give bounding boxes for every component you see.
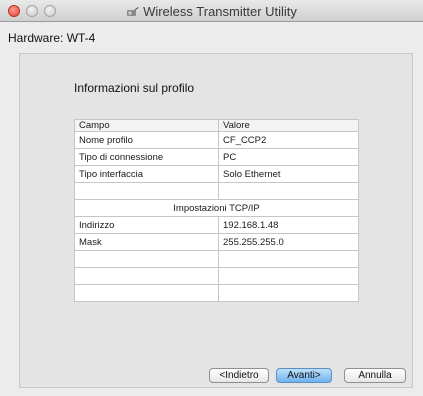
section-heading-tcpip: Impostazioni TCP/IP xyxy=(74,199,359,217)
table-row xyxy=(74,182,359,200)
value-cell xyxy=(218,182,359,200)
value-cell: CF_CCP2 xyxy=(218,131,359,149)
field-cell xyxy=(74,250,219,268)
value-cell: 255.255.255.0 xyxy=(218,233,359,251)
table-row: Tipo interfaccia Solo Ethernet xyxy=(74,165,359,183)
table-header-row: Campo Valore xyxy=(74,119,359,132)
window-title: Wireless Transmitter Utility xyxy=(143,4,297,19)
wireless-transmitter-icon xyxy=(127,7,139,16)
table-row: Tipo di connessione PC xyxy=(74,148,359,166)
field-cell: Tipo interfaccia xyxy=(74,165,219,183)
value-cell xyxy=(218,250,359,268)
table-row: Nome profilo CF_CCP2 xyxy=(74,131,359,149)
field-cell: Mask xyxy=(74,233,219,251)
field-cell: Indirizzo xyxy=(74,216,219,234)
field-cell xyxy=(74,182,219,200)
table-row xyxy=(74,267,359,285)
utility-window: Wireless Transmitter Utility Hardware: W… xyxy=(0,0,423,396)
value-cell xyxy=(218,267,359,285)
table-section-row: Impostazioni TCP/IP xyxy=(74,199,359,217)
field-cell xyxy=(74,284,219,302)
value-cell: 192.168.1.48 xyxy=(218,216,359,234)
field-cell xyxy=(74,267,219,285)
profile-info-table: Campo Valore Nome profilo CF_CCP2 Tipo d… xyxy=(74,119,359,302)
hardware-label: Hardware: WT-4 xyxy=(8,31,96,45)
table-row xyxy=(74,250,359,268)
panel-heading: Informazioni sul profilo xyxy=(74,81,195,95)
table-row: Indirizzo 192.168.1.48 xyxy=(74,216,359,234)
cancel-button[interactable]: Annulla xyxy=(344,368,406,383)
table-row: Mask 255.255.255.0 xyxy=(74,233,359,251)
title-bar[interactable]: Wireless Transmitter Utility xyxy=(0,0,423,22)
next-button[interactable]: Avanti> xyxy=(276,368,332,383)
field-cell: Nome profilo xyxy=(74,131,219,149)
back-button[interactable]: <Indietro xyxy=(209,368,269,383)
table-row xyxy=(74,284,359,302)
value-cell xyxy=(218,284,359,302)
column-header-field: Campo xyxy=(74,119,219,132)
value-cell: Solo Ethernet xyxy=(218,165,359,183)
column-header-value: Valore xyxy=(218,119,359,132)
window-title-area: Wireless Transmitter Utility xyxy=(0,4,423,19)
value-cell: PC xyxy=(218,148,359,166)
field-cell: Tipo di connessione xyxy=(74,148,219,166)
